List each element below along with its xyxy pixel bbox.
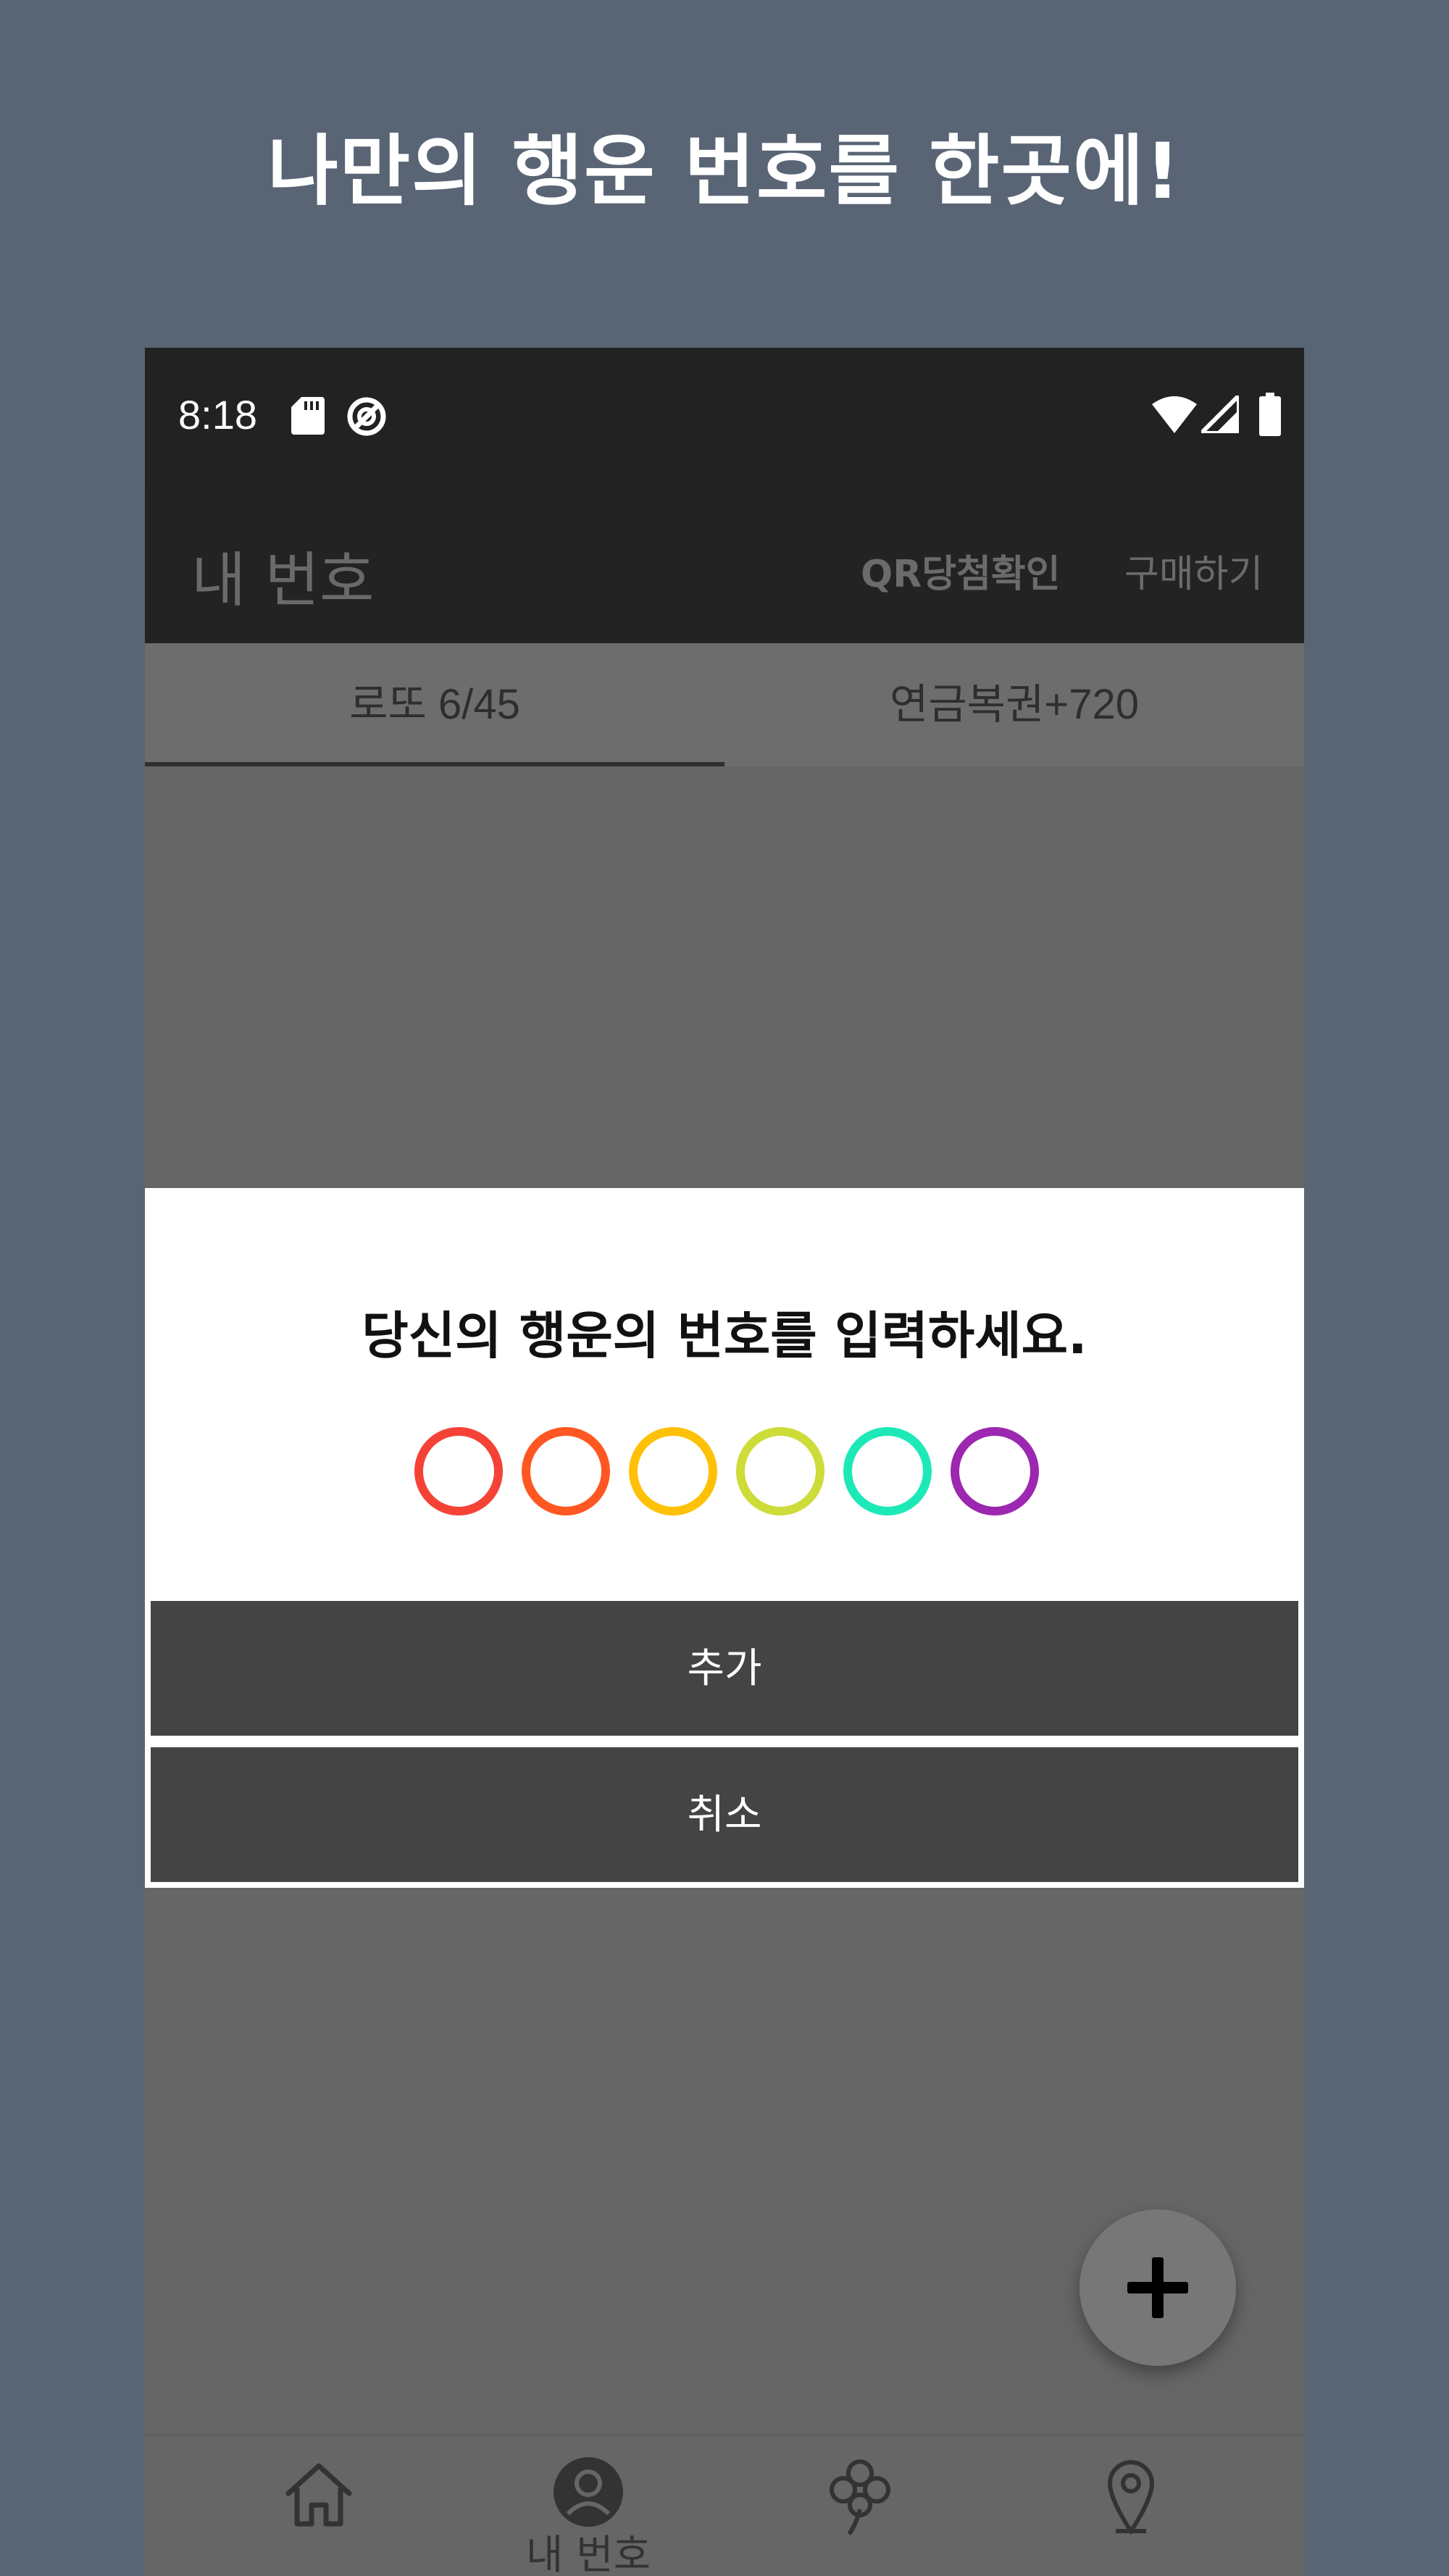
number-ball-5[interactable]: [843, 1427, 932, 1515]
tab-lotto[interactable]: 로또 6/45: [145, 643, 724, 766]
sd-card-icon: [291, 397, 325, 435]
number-ball-6[interactable]: [951, 1427, 1039, 1515]
app-bar: 내 번호 QR당첨확인 구매하기: [145, 485, 1304, 643]
home-icon: [285, 2463, 352, 2527]
location-pin-icon: [1107, 2460, 1155, 2535]
status-time: 8:18: [178, 392, 257, 438]
add-button[interactable]: 추가: [151, 1601, 1298, 1736]
number-input-dialog: 당신의 행운의 번호를 입력하세요. 추가 취소: [145, 1188, 1304, 1888]
person-icon: [554, 2457, 623, 2527]
number-ball-4[interactable]: [736, 1427, 824, 1515]
number-balls: [414, 1427, 1045, 1515]
nav-label-my-numbers: 내 번호: [525, 2532, 651, 2576]
nav-item-location[interactable]: [1022, 2435, 1239, 2576]
battery-icon: [1259, 393, 1281, 436]
tab-indicator: [145, 762, 724, 766]
promo-headline: 나만의 행운 번호를 한곳에!: [267, 127, 1182, 216]
signal-icon: [1201, 396, 1239, 433]
nav-item-my-numbers[interactable]: 내 번호: [480, 2435, 697, 2576]
buy-button[interactable]: 구매하기: [1124, 543, 1263, 598]
nav-item-clover[interactable]: [751, 2435, 968, 2576]
status-bar: 8:18: [145, 348, 1304, 485]
cancel-button[interactable]: 취소: [151, 1747, 1298, 1882]
tab-pension[interactable]: 연금복권+720: [724, 643, 1304, 766]
dialog-title: 당신의 행운의 번호를 입력하세요.: [362, 1306, 1087, 1366]
number-ball-2[interactable]: [522, 1427, 610, 1515]
number-ball-3[interactable]: [629, 1427, 717, 1515]
phone-screen: 8:18 내 번호 QR당첨확인 구매하기 로또 6/45 연금복권+720 당…: [145, 348, 1304, 2576]
number-ball-1[interactable]: [414, 1427, 503, 1515]
wifi-icon: [1152, 396, 1197, 433]
bottom-nav: 내 번호: [145, 2434, 1304, 2576]
nav-item-home[interactable]: [210, 2435, 427, 2576]
page-title: 내 번호: [191, 546, 375, 615]
clover-icon: [830, 2459, 890, 2535]
data-saver-icon: [347, 397, 386, 436]
plus-icon: [1127, 2257, 1188, 2318]
qr-check-button[interactable]: QR당첨확인: [861, 543, 1061, 598]
add-fab-button[interactable]: [1080, 2209, 1236, 2366]
tab-bar: 로또 6/45 연금복권+720: [145, 643, 1304, 766]
